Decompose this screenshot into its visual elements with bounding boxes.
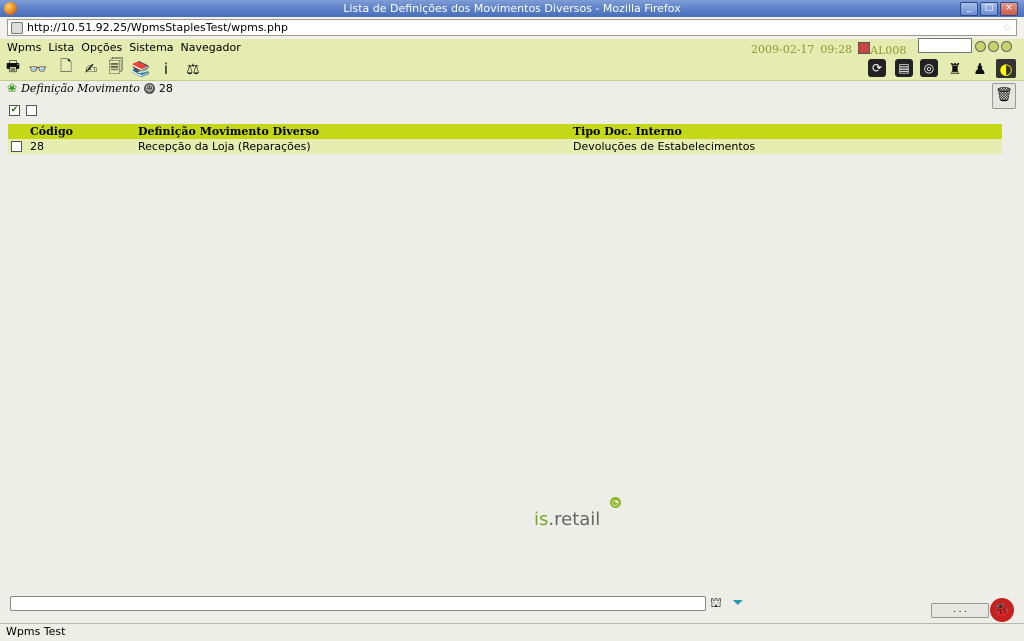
selection-controls: ✔ — [9, 105, 37, 116]
more-button[interactable]: . . . — [931, 603, 989, 618]
results-table: Código Definição Movimento Diverso Tipo … — [8, 124, 1002, 154]
maximize-icon[interactable]: □ — [980, 2, 998, 16]
menu-sistema[interactable]: Sistema — [129, 41, 173, 54]
table-row[interactable]: 28 Recepção da Loja (Reparações) Devoluç… — [8, 139, 1002, 154]
save-icon[interactable]: ▤ — [895, 59, 913, 77]
filter-icon[interactable]: ⏷ — [728, 595, 748, 611]
exit-icon[interactable]: ◐ — [996, 59, 1016, 78]
session-date: 2009-02-17 — [751, 43, 815, 56]
session-time: 09:28 — [820, 43, 853, 56]
menu-navegador[interactable]: Navegador — [181, 41, 241, 54]
menu-wpms[interactable]: Wpms — [7, 41, 41, 54]
menu-opcoes[interactable]: Opções — [81, 41, 122, 54]
bookmark-star-icon[interactable]: ☆ — [1002, 20, 1012, 35]
deselect-all-checkbox[interactable] — [26, 105, 37, 116]
binoculars-search-icon[interactable]: ⛫ — [708, 596, 724, 611]
info-icon[interactable]: ⅰ — [156, 59, 176, 78]
copy-document-icon[interactable]: 🗐 — [106, 57, 126, 78]
row-checkbox[interactable] — [11, 141, 22, 152]
menu-lista[interactable]: Lista — [48, 41, 74, 54]
stamp-icon[interactable]: ♜ — [945, 59, 965, 78]
refresh-icon[interactable]: ⟳ — [868, 59, 886, 77]
ladybug-icon[interactable]: 🐞 — [990, 598, 1014, 622]
status-bar: Wpms Test — [0, 623, 1024, 641]
logo-mark-icon: ◔ — [610, 497, 621, 508]
status-light-icon[interactable] — [988, 41, 999, 52]
cell-codigo: 28 — [30, 140, 44, 153]
new-document-icon[interactable]: 🗋 — [56, 57, 76, 78]
header-tipo[interactable]: Tipo Doc. Interno — [573, 124, 1002, 139]
firefox-icon — [4, 2, 17, 15]
trash-icon[interactable]: 🗑 — [992, 83, 1016, 109]
paw-icon: ❀ — [7, 81, 18, 95]
menu-bar: Wpms Lista Opções Sistema Navegador 2009… — [0, 39, 1024, 58]
status-light-icon[interactable] — [975, 41, 986, 52]
quick-search-input[interactable] — [918, 38, 972, 53]
select-all-checkbox[interactable]: ✔ — [9, 105, 20, 116]
lifebuoy-icon[interactable]: ◎ — [920, 59, 938, 77]
status-light-icon[interactable] — [1001, 41, 1012, 52]
counter-icon: ☺ — [143, 82, 155, 94]
section-header: ❀ Definição Movimento ☺ 28 — [7, 81, 173, 95]
toolbar: 🖶 👓 🗋 ✍ 🗐 📚 ⅰ ⚖ ⟳ ▤ ◎ ♜ ♟ ◐ — [0, 57, 1024, 81]
binoculars-icon[interactable]: 👓 — [28, 59, 48, 78]
url-text: http://10.51.92.25/WpmsStaplesTest/wpms.… — [27, 21, 288, 34]
header-definicao[interactable]: Definição Movimento Diverso — [138, 124, 573, 139]
section-title: Definição Movimento — [21, 81, 140, 95]
command-input[interactable] — [10, 596, 706, 611]
window-title: Lista de Definições dos Movimentos Diver… — [343, 2, 681, 15]
navigation-bar: http://10.51.92.25/WpmsStaplesTest/wpms.… — [0, 17, 1024, 40]
printer-icon[interactable]: 🖶 — [3, 57, 23, 78]
user-badge-icon — [858, 42, 871, 54]
session-user: AL008 — [870, 44, 907, 57]
cell-definicao: Recepção da Loja (Reparações) — [138, 140, 311, 153]
record-count: 28 — [158, 81, 173, 95]
is-retail-logo: is.retail ◔ — [534, 497, 621, 530]
url-field[interactable]: http://10.51.92.25/WpmsStaplesTest/wpms.… — [7, 19, 1017, 36]
window-title-bar: Lista de Definições dos Movimentos Diver… — [0, 0, 1024, 17]
status-text: Wpms Test — [6, 625, 66, 638]
scale-icon[interactable]: ⚖ — [183, 59, 203, 78]
table-header: Código Definição Movimento Diverso Tipo … — [8, 124, 1002, 139]
cell-tipo: Devoluções de Estabelecimentos — [573, 140, 756, 153]
minimize-icon[interactable]: _ — [960, 2, 978, 16]
files-icon[interactable]: 📚 — [131, 59, 151, 78]
edit-icon[interactable]: ✍ — [81, 59, 101, 78]
header-codigo[interactable]: Código — [30, 124, 138, 139]
user-icon[interactable]: ♟ — [970, 59, 990, 78]
site-identity-icon[interactable] — [11, 22, 23, 34]
close-icon[interactable]: × — [1000, 2, 1018, 16]
